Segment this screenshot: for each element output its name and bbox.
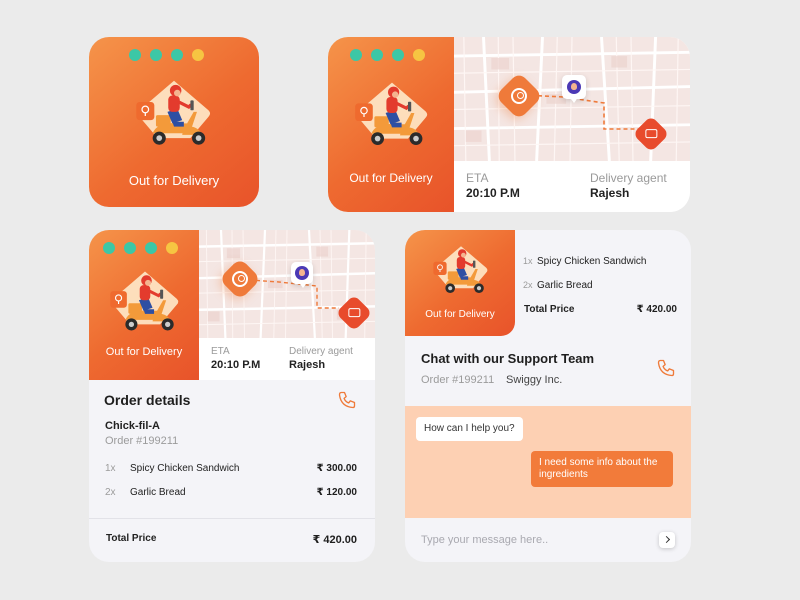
- status-label: Out for Delivery: [128, 173, 220, 188]
- status-card: Out for Delivery: [89, 37, 259, 207]
- item-qty: 1x: [523, 256, 533, 266]
- user-message: I need some info about the ingredients: [531, 451, 673, 487]
- eta-panel: ETA 20:10 P.M Delivery agent Rajesh: [199, 338, 375, 380]
- chat-company: Swiggy Inc.: [506, 374, 563, 386]
- avatar-pin-icon: [562, 75, 586, 103]
- delivery-map[interactable]: [454, 37, 690, 161]
- status-tile: Out for Delivery: [405, 230, 515, 336]
- scooter-rider-illustration: [352, 81, 432, 153]
- eta-value: 20:10 P.M: [211, 359, 261, 371]
- status-dot: [103, 242, 115, 254]
- item-price: ₹ 300.00: [316, 463, 357, 474]
- status-dot: [413, 49, 425, 61]
- status-dot: [145, 242, 157, 254]
- phone-icon[interactable]: [656, 358, 676, 378]
- status-dots: [103, 242, 178, 254]
- total-value: ₹ 420.00: [636, 304, 677, 315]
- item-name: Spicy Chicken Sandwich: [537, 256, 647, 267]
- scooter-rider-illustration: [133, 79, 215, 153]
- total-label: Total Price: [106, 533, 157, 544]
- status-label: Out for Delivery: [425, 309, 495, 320]
- order-item-row: 2x Garlic Bread ₹ 120.00: [105, 487, 357, 501]
- item-qty: 2x: [523, 280, 533, 290]
- agent-label: Delivery agent: [590, 171, 667, 185]
- total-value: ₹ 420.00: [312, 534, 357, 546]
- restaurant-name: Chick-fil-A: [105, 420, 160, 432]
- scooter-rider-illustration: [107, 270, 183, 338]
- status-tile: Out for Delivery: [89, 37, 259, 207]
- item-price: ₹ 120.00: [316, 487, 357, 498]
- chat-messages: How can I help you? I need some info abo…: [405, 406, 691, 518]
- item-name: Garlic Bread: [537, 280, 593, 291]
- eta-label: ETA: [211, 346, 230, 357]
- status-dot: [350, 49, 362, 61]
- tracking-card: Out for Delivery ETA 20:10 P.M Delivery …: [328, 37, 690, 212]
- chat-order-number: Order #199211: [421, 374, 495, 386]
- status-label: Out for Delivery: [349, 171, 433, 185]
- agent-label: Delivery agent: [289, 346, 353, 357]
- order-title: Order details: [104, 392, 191, 408]
- phone-icon[interactable]: [337, 390, 357, 410]
- eta-panel: ETA 20:10 P.M Delivery agent Rajesh: [454, 161, 690, 212]
- order-summary: 1x Spicy Chicken Sandwich 2x Garlic Brea…: [523, 256, 677, 328]
- scooter-rider-illustration: [431, 244, 491, 300]
- order-item-row: 1x Spicy Chicken Sandwich ₹ 300.00: [105, 463, 357, 477]
- status-dot: [150, 49, 162, 61]
- agent-name: Rajesh: [590, 186, 630, 200]
- eta-label: ETA: [466, 171, 489, 185]
- delivery-map[interactable]: [199, 230, 375, 338]
- item-qty: 2x: [105, 487, 116, 498]
- status-dot: [129, 49, 141, 61]
- status-tile: Out for Delivery: [89, 230, 199, 380]
- status-dots: [129, 49, 204, 61]
- agent-name: Rajesh: [289, 359, 326, 371]
- status-dot: [371, 49, 383, 61]
- order-details-card: Out for Delivery ETA 20:10 P.M Delivery …: [89, 230, 375, 562]
- item-name: Garlic Bread: [130, 487, 186, 498]
- status-dot: [166, 242, 178, 254]
- eta-value: 20:10 P.M: [466, 186, 520, 200]
- item-qty: 1x: [105, 463, 116, 474]
- status-dot: [192, 49, 204, 61]
- item-name: Spicy Chicken Sandwich: [130, 463, 240, 474]
- support-chat-card: Out for Delivery 1x Spicy Chicken Sandwi…: [405, 230, 691, 562]
- divider: [89, 518, 375, 519]
- chat-title: Chat with our Support Team: [421, 351, 595, 366]
- send-icon[interactable]: [659, 532, 675, 548]
- status-tile: Out for Delivery: [328, 37, 454, 212]
- message-input[interactable]: Type your message here..: [421, 534, 641, 546]
- avatar-pin-icon: [291, 262, 313, 288]
- total-label: Total Price: [524, 304, 575, 315]
- status-label: Out for Delivery: [105, 346, 183, 358]
- status-dot: [124, 242, 136, 254]
- status-dot: [171, 49, 183, 61]
- order-number: Order #199211: [105, 435, 179, 447]
- support-message: How can I help you?: [416, 417, 523, 441]
- status-dot: [392, 49, 404, 61]
- status-dots: [350, 49, 425, 61]
